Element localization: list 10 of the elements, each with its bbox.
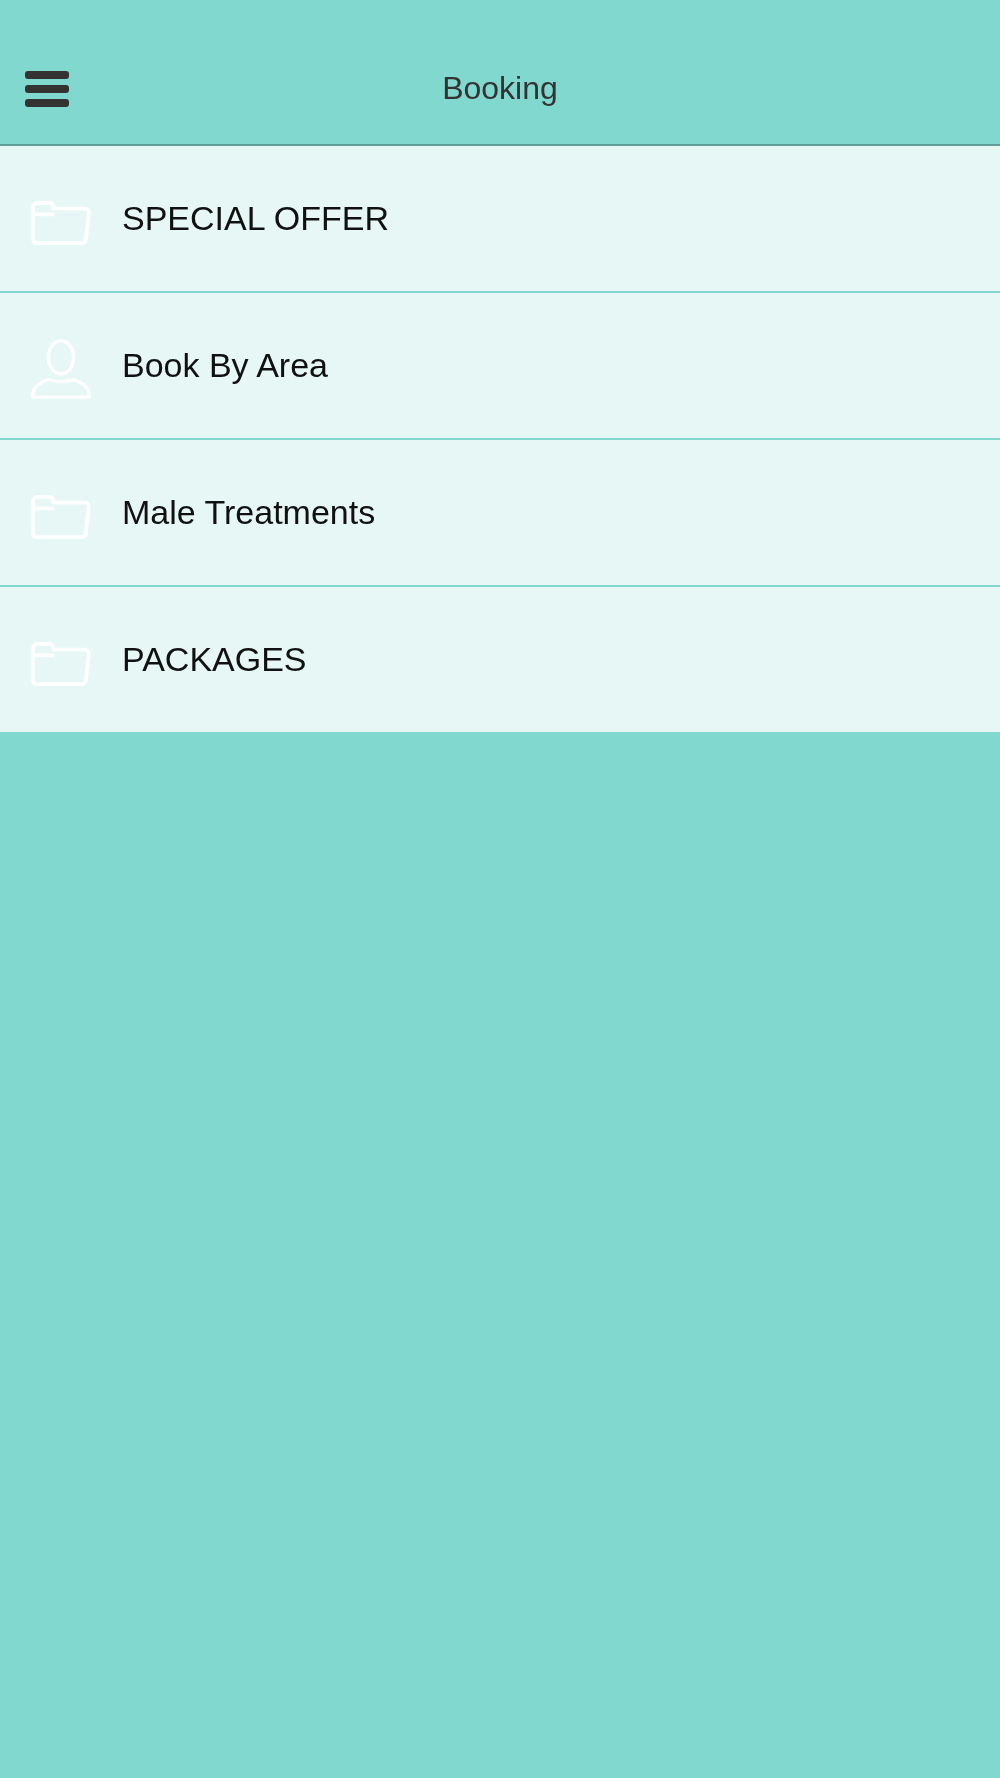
menu-item[interactable]: PACKAGES: [0, 587, 1000, 734]
person-icon: [29, 336, 93, 401]
header-title: Booking: [442, 70, 558, 107]
folder-icon: [29, 493, 93, 540]
folder-icon: [29, 640, 93, 687]
folder-icon: [29, 199, 93, 246]
menu-icon[interactable]: [25, 71, 69, 107]
menu-item[interactable]: Book By Area: [0, 293, 1000, 440]
menu-item[interactable]: SPECIAL OFFER: [0, 146, 1000, 293]
menu-item[interactable]: Male Treatments: [0, 440, 1000, 587]
